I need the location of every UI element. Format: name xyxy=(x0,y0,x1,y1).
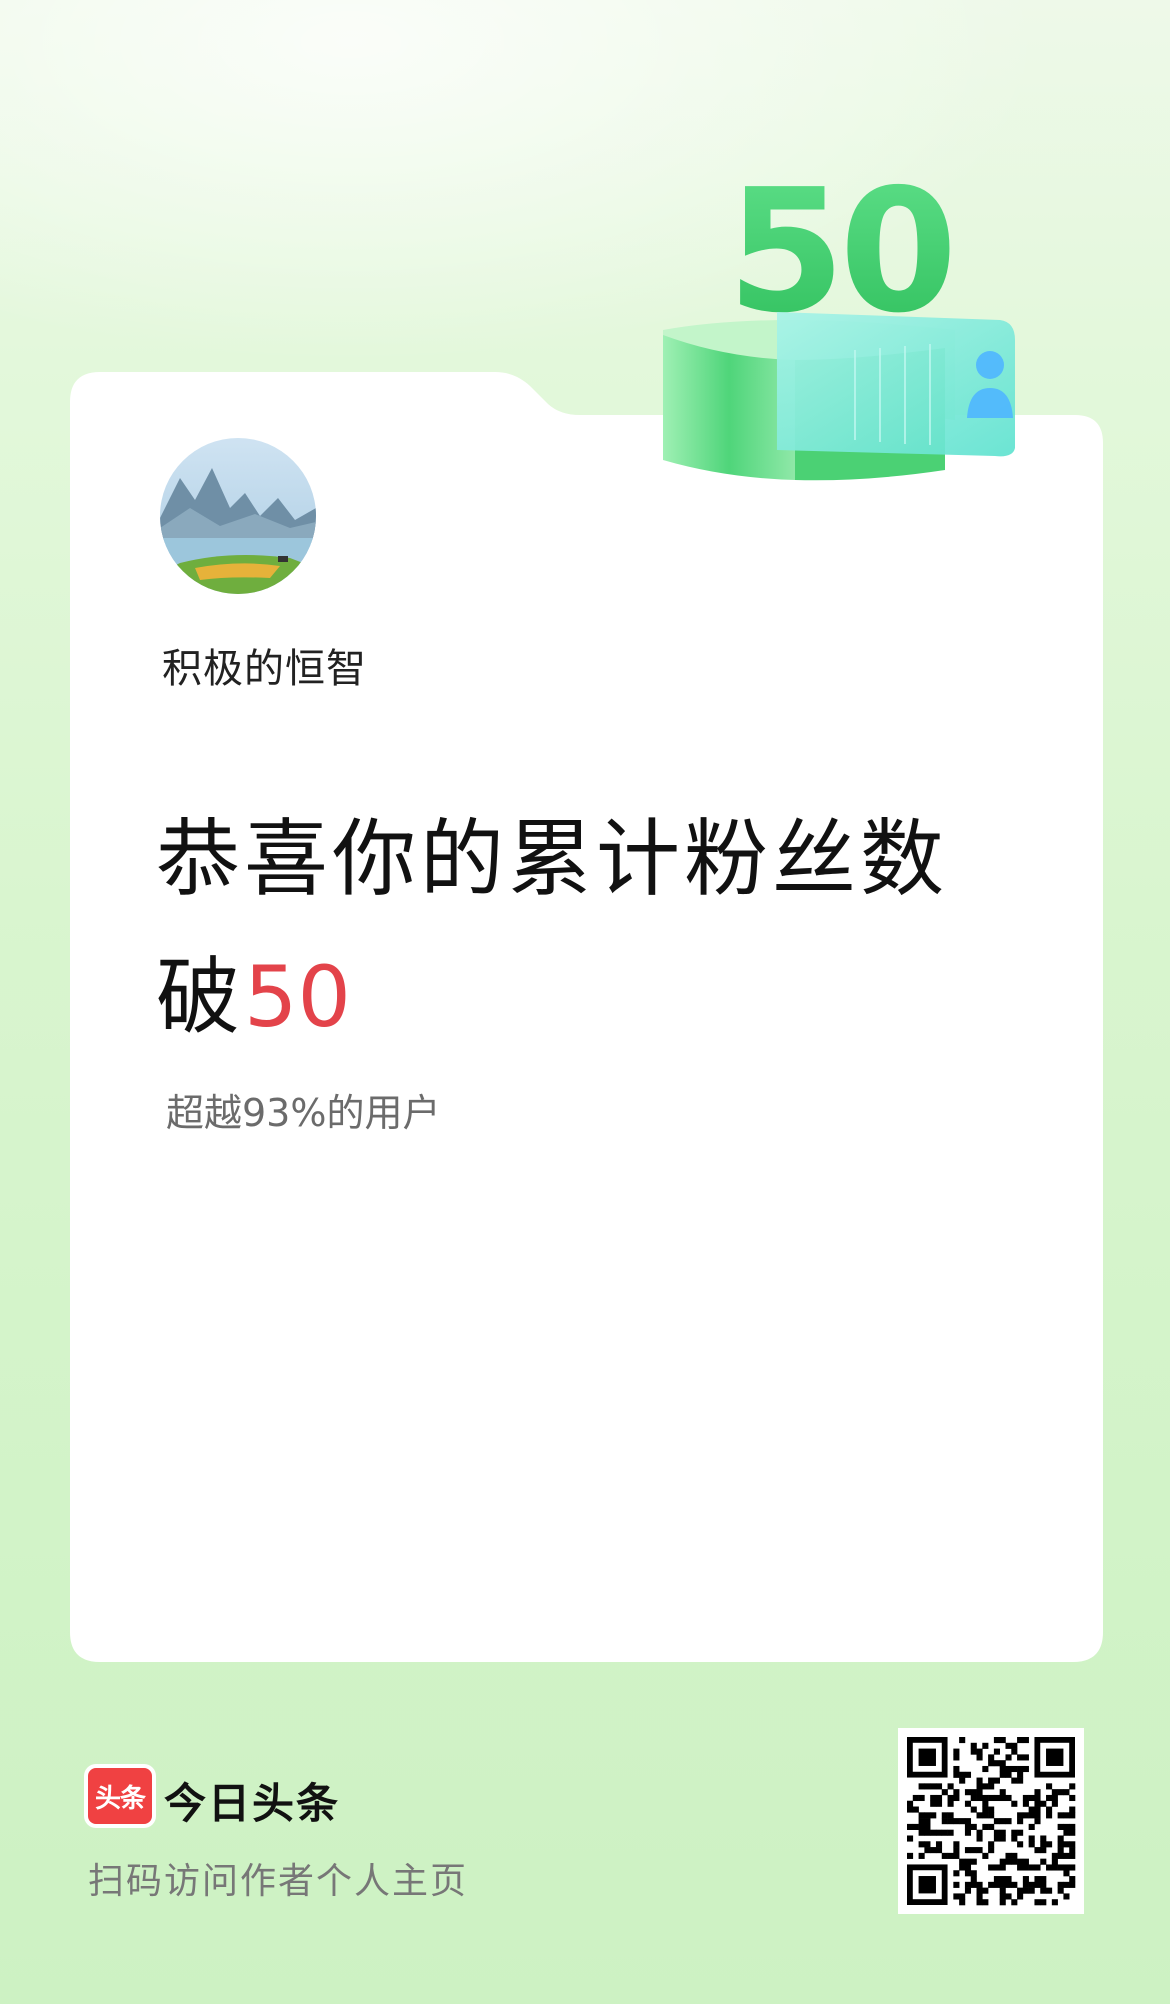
milestone-headline: 恭喜你的累计粉丝数破50 xyxy=(156,790,976,1066)
fans-50-badge-icon: 50 xyxy=(663,160,1015,481)
landscape-avatar-icon xyxy=(160,438,316,594)
avatar[interactable] xyxy=(160,438,316,594)
scan-tip: 扫码访问作者个人主页 xyxy=(88,1861,469,1902)
qr-code-icon[interactable] xyxy=(898,1728,1084,1914)
logo-text: 头条 xyxy=(94,1783,146,1814)
qr-code-graphic xyxy=(898,1728,1084,1914)
headline-number: 50 xyxy=(244,948,351,1046)
username: 积极的恒智 xyxy=(162,646,367,692)
rank-subtext: 超越93%的用户 xyxy=(166,1091,441,1135)
toutiao-logo-icon: 头条 xyxy=(88,1768,152,1824)
brand-name: 今日头条 xyxy=(164,1779,341,1828)
